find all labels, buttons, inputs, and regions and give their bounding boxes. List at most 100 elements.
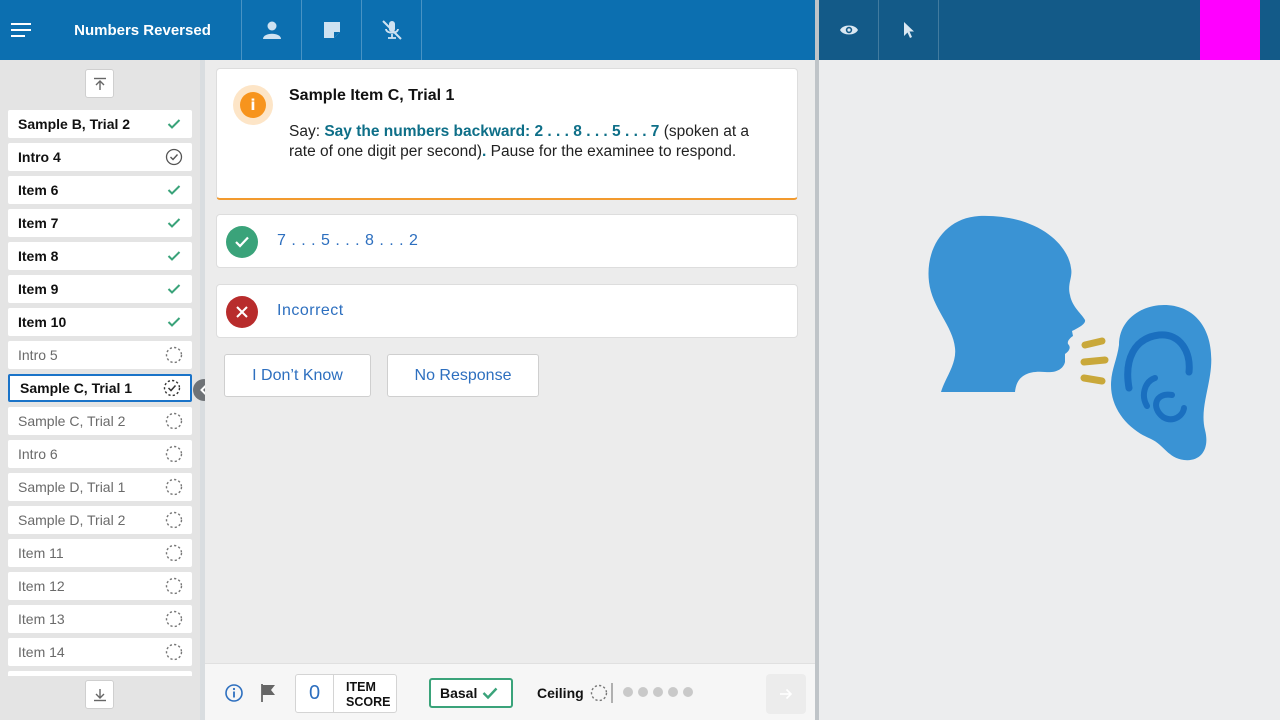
view-button[interactable] xyxy=(819,0,879,60)
list-item[interactable]: Intro 4 xyxy=(8,143,192,171)
list-item[interactable] xyxy=(8,671,192,676)
list-item-label: Item 9 xyxy=(18,281,59,297)
say-end: Pause for the examinee to respond. xyxy=(486,143,737,160)
list-item[interactable]: Sample D, Trial 2 xyxy=(8,506,192,534)
page-title: Numbers Reversed xyxy=(44,0,242,60)
scroll-to-top-button[interactable] xyxy=(85,69,114,98)
say-script: Say the numbers backward: 2 . . . 8 . . … xyxy=(324,123,660,140)
list-item-label: Item 14 xyxy=(18,644,65,660)
list-item-label: Item 10 xyxy=(18,314,67,330)
list-item[interactable]: Intro 5 xyxy=(8,341,192,369)
next-item-button[interactable] xyxy=(766,674,806,714)
list-item-label: Intro 4 xyxy=(18,149,61,165)
basal-status-badge: Basal xyxy=(429,678,513,708)
correct-response-text: 7 . . . 5 . . . 8 . . . 2 xyxy=(277,232,419,249)
notes-button[interactable] xyxy=(302,0,362,60)
progress-dot xyxy=(623,687,633,697)
list-item[interactable]: Item 8 xyxy=(8,242,192,270)
microphone-off-icon xyxy=(381,20,402,40)
item-score-label: ITEM SCORE xyxy=(346,680,394,710)
list-item[interactable]: Item 10 xyxy=(8,308,192,336)
list-item-label: Item 11 xyxy=(18,545,64,561)
in-progress-check-icon xyxy=(163,379,181,397)
item-list: Sample B, Trial 2 Intro 4 Item 6 Item 7 … xyxy=(8,108,192,676)
list-item[interactable]: Item 11 xyxy=(8,539,192,567)
correct-response-option[interactable]: 7 . . . 5 . . . 8 . . . 2 xyxy=(216,214,798,268)
list-item-label: Intro 6 xyxy=(18,446,58,462)
progress-dot xyxy=(668,687,678,697)
list-item-label: Sample D, Trial 2 xyxy=(18,512,126,528)
item-score-value[interactable]: 0 xyxy=(296,675,334,712)
incorrect-response-text: Incorrect xyxy=(277,302,344,319)
item-score-label-line2: SCORE xyxy=(346,695,391,709)
list-item[interactable]: Item 7 xyxy=(8,209,192,237)
dont-know-button[interactable]: I Don’t Know xyxy=(224,354,371,397)
progress-dot xyxy=(653,687,663,697)
stimulus-toolbar xyxy=(819,0,1280,60)
pending-circle-icon xyxy=(165,643,183,661)
info-circle-icon xyxy=(225,684,243,702)
pending-circle-icon xyxy=(165,412,183,430)
list-item[interactable]: Intro 6 xyxy=(8,440,192,468)
arrow-right-icon xyxy=(780,688,793,700)
list-item-label: Item 13 xyxy=(18,611,65,627)
examinee-button[interactable] xyxy=(242,0,302,60)
list-item[interactable]: Item 9 xyxy=(8,275,192,303)
list-item[interactable]: Item 12 xyxy=(8,572,192,600)
check-icon xyxy=(483,687,498,700)
circle-check-icon xyxy=(165,148,183,166)
info-icon: i xyxy=(240,92,266,118)
list-item[interactable]: Sample B, Trial 2 xyxy=(8,110,192,138)
ceiling-label: Ceiling xyxy=(537,685,584,701)
pending-circle-icon xyxy=(590,684,607,702)
pending-circle-icon xyxy=(165,445,183,463)
eye-icon xyxy=(839,25,858,35)
marker-block xyxy=(1200,0,1260,60)
list-item-label: Item 7 xyxy=(18,215,59,231)
x-circle-icon xyxy=(226,296,258,328)
list-item[interactable]: Sample C, Trial 2 xyxy=(8,407,192,435)
list-item-label: Sample C, Trial 2 xyxy=(18,413,126,429)
menu-button[interactable] xyxy=(0,0,44,60)
incorrect-response-option[interactable]: Incorrect xyxy=(216,284,798,338)
arrow-to-top-icon xyxy=(93,77,106,90)
check-icon xyxy=(165,181,183,199)
pending-circle-icon xyxy=(165,346,183,364)
progress-dot xyxy=(683,687,693,697)
scroll-to-bottom-button[interactable] xyxy=(85,680,114,709)
ceiling-progress-dots xyxy=(623,687,693,697)
info-button[interactable] xyxy=(224,683,244,703)
top-toolbar: Numbers Reversed xyxy=(0,0,815,60)
app-root: Numbers Reversed Sample B, Trial 2 Intro… xyxy=(0,0,1280,720)
arrow-to-bottom-icon xyxy=(93,688,106,701)
no-response-button[interactable]: No Response xyxy=(387,354,539,397)
list-item-active[interactable]: Sample C, Trial 1 xyxy=(8,374,192,402)
flag-button[interactable] xyxy=(259,682,279,704)
check-icon xyxy=(165,214,183,232)
item-sidebar: Sample B, Trial 2 Intro 4 Item 6 Item 7 … xyxy=(0,60,200,720)
pending-circle-icon xyxy=(165,610,183,628)
instruction-title: Sample Item C, Trial 1 xyxy=(289,87,455,104)
basal-label: Basal xyxy=(440,685,478,701)
note-icon xyxy=(323,22,340,38)
stimulus-pane xyxy=(819,60,1280,720)
check-icon xyxy=(165,247,183,265)
list-item[interactable]: Item 14 xyxy=(8,638,192,666)
pending-circle-icon xyxy=(165,577,183,595)
check-icon xyxy=(165,115,183,133)
bottom-toolbar: 0 ITEM SCORE Basal Ceiling xyxy=(205,663,815,720)
instruction-text: Say: Say the numbers backward: 2 . . . 8… xyxy=(289,122,779,162)
pending-circle-icon xyxy=(165,478,183,496)
pending-circle-icon xyxy=(165,511,183,529)
list-item[interactable]: Item 13 xyxy=(8,605,192,633)
pending-circle-icon xyxy=(165,544,183,562)
list-item[interactable]: Sample D, Trial 1 xyxy=(8,473,192,501)
pointer-button[interactable] xyxy=(879,0,939,60)
list-item-label: Sample D, Trial 1 xyxy=(18,479,126,495)
hamburger-menu-icon xyxy=(11,23,31,37)
ceiling-status: Ceiling xyxy=(537,678,608,708)
mute-microphone-button[interactable] xyxy=(362,0,422,60)
speaking-listening-illustration xyxy=(928,215,1212,461)
sound-wave-icon xyxy=(1081,337,1106,349)
list-item[interactable]: Item 6 xyxy=(8,176,192,204)
